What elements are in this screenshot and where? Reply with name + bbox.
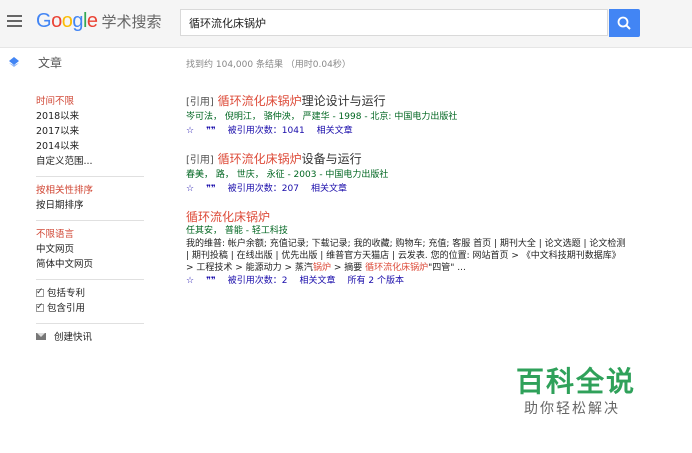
filter-custom-range[interactable]: 自定义范围... (36, 154, 146, 169)
result-meta: 春美， 路， 世庆， 永征 - 2003 - 中国电力出版社 (186, 170, 389, 180)
title-highlight: 循环流化床锅炉 (217, 94, 302, 108)
cite-quote-icon[interactable]: ❞❞ (206, 276, 216, 286)
checkbox-label: 包括专利 (47, 288, 86, 299)
top-bar: Google 学术搜索 循环流化床锅炉 (0, 0, 692, 48)
cited-by-link[interactable]: 被引用次数：207 (228, 184, 299, 194)
result-item: [引用] 循环流化床锅炉设备与运行 春美， 路， 世庆， 永征 - 2003 -… (186, 151, 626, 196)
result-title[interactable]: [引用] 循环流化床锅炉设备与运行 (186, 151, 626, 169)
filter-time-any[interactable]: 时间不限 (36, 94, 146, 109)
save-star-icon[interactable]: ☆ (186, 126, 194, 136)
section-label: 文章 (38, 56, 63, 70)
all-versions-link[interactable]: 所有 2 个版本 (348, 276, 404, 286)
filter-since-2014[interactable]: 2014以来 (36, 139, 146, 154)
title-highlight: 循环流化床锅炉 (186, 210, 271, 224)
related-articles-link[interactable]: 相关文章 (311, 184, 347, 194)
result-title[interactable]: [引用] 循环流化床锅炉理论设计与运行 (186, 93, 626, 111)
snippet-highlight: 锅炉 (312, 263, 331, 273)
watermark-title: 百科全说 (516, 365, 637, 398)
result-item: 循环流化床锅炉 任其安， 普能 - 轻工科技 我的维普: 帐户余额; 充值记录;… (186, 209, 626, 288)
search-input[interactable]: 循环流化床锅炉 (180, 9, 608, 36)
checkbox-icon (36, 285, 44, 300)
filter-chinese-pages[interactable]: 中文网页 (36, 242, 146, 257)
related-articles-link[interactable]: 相关文章 (300, 276, 336, 286)
results-list: [引用] 循环流化床锅炉理论设计与运行 岑可法， 倪明江， 骆仲泱， 严建华 -… (186, 93, 626, 301)
search-icon (617, 16, 631, 30)
result-stats: 找到约 104,000 条结果 （用时0.04秒） (186, 60, 351, 70)
citation-tag: [引用] (186, 97, 214, 108)
watermark: 百科全说 助你轻松解决 (516, 360, 676, 420)
create-alert-label: 创建快讯 (54, 332, 93, 343)
divider (36, 176, 144, 177)
divider (36, 323, 144, 324)
snippet-text: > 摘要 (330, 263, 366, 273)
mail-icon (36, 333, 46, 340)
result-actions: ☆ ❞❞ 被引用次数：2 相关文章 所有 2 个版本 (186, 274, 626, 288)
title-text: 设备与运行 (301, 152, 362, 166)
section-row: 文章 找到约 104,000 条结果 （用时0.04秒） (0, 48, 692, 76)
result-item: [引用] 循环流化床锅炉理论设计与运行 岑可法， 倪明江， 骆仲泱， 严建华 -… (186, 93, 626, 138)
cite-quote-icon[interactable]: ❞❞ (206, 126, 216, 136)
sidebar: 时间不限 2018以来 2017以来 2014以来 自定义范围... 按相关性排… (36, 94, 146, 345)
menu-icon[interactable] (7, 15, 22, 27)
logo-subtitle: 学术搜索 (101, 14, 162, 31)
cite-quote-icon[interactable]: ❞❞ (206, 184, 216, 194)
title-text: 理论设计与运行 (301, 94, 386, 108)
result-actions: ☆ ❞❞ 被引用次数：1041 相关文章 (186, 124, 626, 138)
sort-by-date[interactable]: 按日期排序 (36, 198, 146, 213)
divider (36, 220, 144, 221)
filter-since-2017[interactable]: 2017以来 (36, 124, 146, 139)
result-meta: 岑可法， 倪明江， 骆仲泱， 严建华 - 1998 - 北京: 中国电力出版社 (186, 112, 458, 122)
snippet-text: "四管" ... (428, 263, 466, 273)
filter-since-2018[interactable]: 2018以来 (36, 109, 146, 124)
watermark-subtitle: 助你轻松解决 (524, 401, 620, 417)
cited-by-link[interactable]: 被引用次数：2 (228, 276, 288, 286)
result-meta: 任其安， 普能 - 轻工科技 (186, 226, 288, 236)
result-title[interactable]: 循环流化床锅炉 (186, 209, 626, 225)
filter-simplified-chinese[interactable]: 简体中文网页 (36, 257, 146, 272)
title-highlight: 循环流化床锅炉 (217, 152, 302, 166)
include-citations-checkbox[interactable]: 包含引用 (36, 300, 146, 316)
google-logo: Google (36, 10, 98, 32)
checkbox-label: 包含引用 (47, 303, 86, 314)
snippet-highlight: 循环流化床锅炉 (365, 263, 429, 273)
checkbox-icon (36, 300, 44, 315)
sort-by-relevance[interactable]: 按相关性排序 (36, 183, 146, 198)
filter-any-language[interactable]: 不限语言 (36, 227, 146, 242)
create-alert-link[interactable]: 创建快讯 (36, 330, 146, 345)
result-snippet: 我的维普: 帐户余额; 充值记录; 下载记录; 我的收藏; 购物车; 充值; 客… (186, 238, 626, 274)
logo[interactable]: Google 学术搜索 (36, 10, 162, 33)
articles-icon (9, 57, 19, 67)
divider (36, 279, 144, 280)
include-patents-checkbox[interactable]: 包括专利 (36, 285, 146, 301)
cited-by-link[interactable]: 被引用次数：1041 (228, 126, 305, 136)
citation-tag: [引用] (186, 155, 214, 166)
save-star-icon[interactable]: ☆ (186, 184, 194, 194)
save-star-icon[interactable]: ☆ (186, 276, 194, 286)
result-actions: ☆ ❞❞ 被引用次数：207 相关文章 (186, 182, 626, 196)
search-button[interactable] (609, 9, 640, 37)
related-articles-link[interactable]: 相关文章 (317, 126, 353, 136)
